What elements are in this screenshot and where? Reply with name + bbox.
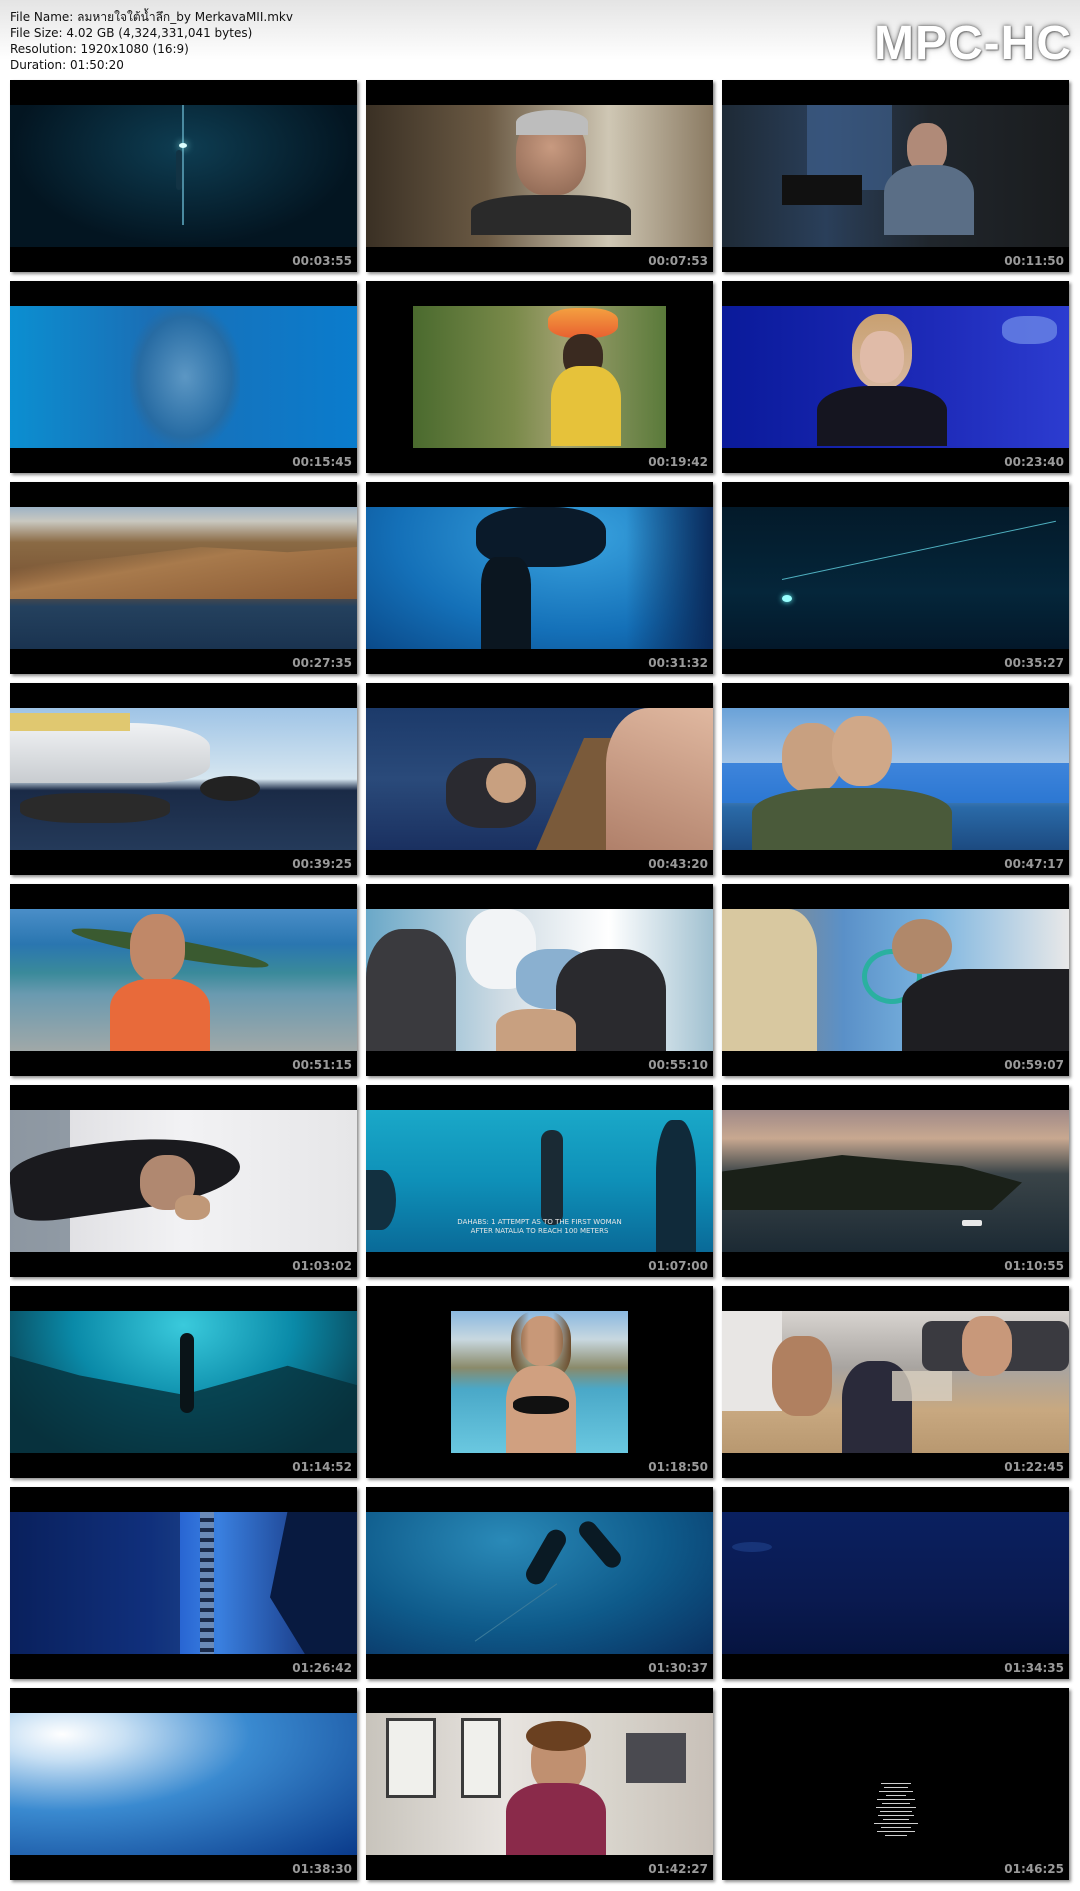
thumbnail: 00:39:25	[10, 683, 357, 875]
timestamp: 01:38:30	[292, 1862, 352, 1876]
thumbnail: 01:03:02	[10, 1085, 357, 1277]
thumbnail: 01:14:52	[10, 1286, 357, 1478]
timestamp: 00:03:55	[292, 254, 352, 268]
timestamp: 01:46:25	[1004, 1862, 1064, 1876]
timestamp: 00:47:17	[1004, 857, 1064, 871]
thumbnail-frame	[10, 1713, 357, 1855]
timestamp: 01:22:45	[1004, 1460, 1064, 1474]
timestamp: 01:26:42	[292, 1661, 352, 1675]
thumbnail-frame	[10, 1110, 357, 1252]
thumbnail-frame	[366, 105, 713, 247]
timestamp: 01:14:52	[292, 1460, 352, 1474]
timestamp: 00:39:25	[292, 857, 352, 871]
timestamp: 01:18:50	[648, 1460, 708, 1474]
thumbnail: 01:42:27	[366, 1688, 713, 1880]
timestamp: 01:03:02	[292, 1259, 352, 1273]
timestamp: 01:30:37	[648, 1661, 708, 1675]
thumbnail: 00:23:40	[722, 281, 1069, 473]
timestamp: 00:19:42	[648, 455, 708, 469]
thumbnail-frame	[10, 507, 357, 649]
timestamp: 01:07:00	[648, 1259, 708, 1273]
thumbnail: 01:34:35	[722, 1487, 1069, 1679]
subtitle-text: DAHABS: 1 ATTEMPT AS TO THE FIRST WOMAN …	[457, 1218, 622, 1235]
timestamp: 00:31:32	[648, 656, 708, 670]
file-name-line: File Name: ลมหายใจใต้น้ำลึก_by MerkavaMI…	[10, 10, 293, 24]
thumbnail: 00:07:53	[366, 80, 713, 272]
resolution-line: Resolution: 1920x1080 (16:9)	[10, 42, 189, 56]
thumbnail-frame	[722, 708, 1069, 850]
thumbnail: 01:46:25	[722, 1688, 1069, 1880]
thumbnail-frame	[366, 507, 713, 649]
thumbnail: 01:18:50	[366, 1286, 713, 1478]
thumbnail-frame	[10, 708, 357, 850]
thumbnail: 01:22:45	[722, 1286, 1069, 1478]
timestamp: 00:51:15	[292, 1058, 352, 1072]
thumbnail: 00:51:15	[10, 884, 357, 1076]
thumbnail: 00:43:20	[366, 683, 713, 875]
timestamp: 00:35:27	[1004, 656, 1064, 670]
timestamp: 00:15:45	[292, 455, 352, 469]
timestamp: 00:11:50	[1004, 254, 1064, 268]
thumbnail-grid: 00:03:55 00:07:53 00:11:50 00:15:45 00:1…	[10, 80, 1069, 1880]
timestamp: 00:55:10	[648, 1058, 708, 1072]
timestamp: 00:07:53	[648, 254, 708, 268]
thumbnail-frame	[413, 306, 666, 448]
thumbnail-frame	[10, 1311, 357, 1453]
timestamp: 01:34:35	[1004, 1661, 1064, 1675]
thumbnail-frame	[366, 909, 713, 1051]
file-info: File Name: ลมหายใจใต้น้ำลึก_by MerkavaMI…	[10, 9, 293, 73]
thumbnail: DAHABS: 1 ATTEMPT AS TO THE FIRST WOMAN …	[366, 1085, 713, 1277]
thumbnail-frame	[722, 1311, 1069, 1453]
thumbnail: 00:27:35	[10, 482, 357, 674]
thumbnail: 00:31:32	[366, 482, 713, 674]
thumbnail: 01:10:55	[722, 1085, 1069, 1277]
thumbnail-frame	[10, 105, 357, 247]
thumbnail: 00:47:17	[722, 683, 1069, 875]
thumbnail-frame	[722, 1512, 1069, 1654]
thumbnail-frame	[722, 1713, 1069, 1855]
thumbnail: 01:38:30	[10, 1688, 357, 1880]
thumbnail: 00:11:50	[722, 80, 1069, 272]
mpc-hc-logo: MPC-HC	[874, 17, 1072, 70]
thumbnail-frame	[722, 507, 1069, 649]
thumbnail-frame	[366, 1512, 713, 1654]
thumbnail-frame: DAHABS: 1 ATTEMPT AS TO THE FIRST WOMAN …	[366, 1110, 713, 1252]
thumbnail: 01:30:37	[366, 1487, 713, 1679]
thumbnail-frame	[10, 1512, 357, 1654]
thumbnail-frame	[722, 1110, 1069, 1252]
duration-line: Duration: 01:50:20	[10, 58, 124, 72]
thumbnail: 00:59:07	[722, 884, 1069, 1076]
thumbnail: 00:55:10	[366, 884, 713, 1076]
timestamp: 00:43:20	[648, 857, 708, 871]
thumbnail-frame	[451, 1311, 628, 1453]
thumbnail: 00:03:55	[10, 80, 357, 272]
thumbnail: 00:15:45	[10, 281, 357, 473]
thumbnail-frame	[10, 909, 357, 1051]
thumbnail: 00:19:42	[366, 281, 713, 473]
thumbnail-frame	[10, 306, 357, 448]
timestamp: 01:42:27	[648, 1862, 708, 1876]
thumbnail-frame	[722, 909, 1069, 1051]
thumbnail: 01:26:42	[10, 1487, 357, 1679]
end-credits	[873, 1783, 918, 1836]
thumbnail-frame	[722, 105, 1069, 247]
timestamp: 00:59:07	[1004, 1058, 1064, 1072]
file-size-line: File Size: 4.02 GB (4,324,331,041 bytes)	[10, 26, 253, 40]
thumbnail-frame	[366, 708, 713, 850]
timestamp: 00:27:35	[292, 656, 352, 670]
timestamp: 01:10:55	[1004, 1259, 1064, 1273]
thumbnail: 00:35:27	[722, 482, 1069, 674]
thumbnail-frame	[366, 1713, 713, 1855]
thumbnail-frame	[722, 306, 1069, 448]
timestamp: 00:23:40	[1004, 455, 1064, 469]
